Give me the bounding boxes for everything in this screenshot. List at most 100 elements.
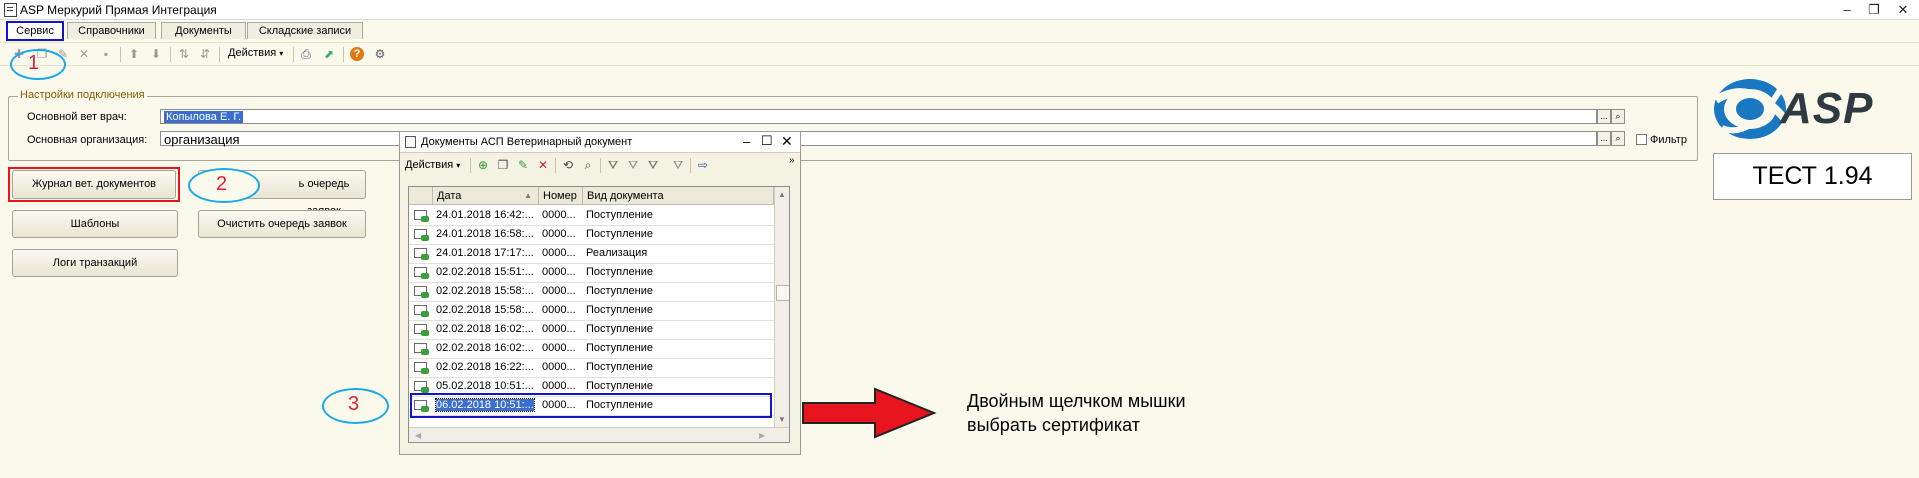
transaction-logs-button[interactable]: Логи транзакций	[12, 249, 178, 277]
vet-doctor-field[interactable]: Копылова Е. Г.	[160, 109, 1597, 124]
add-icon[interactable]: ⊕	[476, 158, 490, 172]
cell-number: 0000...	[542, 323, 576, 335]
search-icon[interactable]: ⌕	[1611, 131, 1625, 146]
settings-legend: Настройки подключения	[18, 89, 147, 101]
document-posted-icon	[414, 305, 429, 317]
sort-asc-icon[interactable]: ⇅	[177, 47, 191, 61]
filter-value-icon[interactable]: ⛛	[626, 158, 640, 172]
organization-select-button[interactable]: ...	[1597, 131, 1611, 146]
delete-icon[interactable]: ✕	[536, 158, 550, 172]
cell-date: 02.02.2018 15:58:...	[436, 304, 534, 316]
document-posted-icon	[414, 229, 429, 241]
save-icon[interactable]: ▪	[99, 47, 113, 61]
cell-type: Поступление	[586, 266, 654, 278]
find-icon[interactable]: ⌕	[581, 158, 595, 172]
window-title: ASP Меркурий Прямая Интеграция	[20, 3, 217, 17]
delete-icon[interactable]: ✕	[77, 47, 91, 61]
vet-doctor-select-button[interactable]: ...	[1597, 109, 1611, 124]
table-row[interactable]: 02.02.2018 15:58:... 0000... Поступление	[409, 301, 774, 321]
edit-icon[interactable]: ✎	[516, 158, 530, 172]
table-row[interactable]: 24.01.2018 17:17:... 0000... Реализация	[409, 244, 774, 264]
goto-icon[interactable]: ⇨	[696, 158, 710, 172]
close-button[interactable]: ✕	[1890, 1, 1916, 18]
export-icon[interactable]: ⬈	[322, 47, 336, 61]
search-icon[interactable]: ⌕	[1611, 109, 1625, 124]
scroll-up-icon[interactable]: ▲	[778, 190, 786, 199]
table-row[interactable]: 02.02.2018 16:02:... 0000... Поступление	[409, 320, 774, 340]
cell-type: Поступление	[586, 342, 654, 354]
cell-number: 0000...	[542, 228, 576, 240]
annotation-arrow-icon	[802, 387, 937, 439]
table-row[interactable]: 24.01.2018 16:42:... 0000... Поступление	[409, 206, 774, 226]
table-row[interactable]: 24.01.2018 16:58:... 0000... Поступление	[409, 225, 774, 245]
cell-date: 24.01.2018 16:58:...	[436, 228, 534, 240]
actions-menu[interactable]: Действия ▾	[228, 47, 283, 59]
date-header-label: Дата	[437, 190, 462, 202]
sort-up-icon: ▲	[524, 191, 532, 200]
doc-close-button[interactable]: ✕	[781, 133, 793, 150]
doc-actions-label: Действия	[405, 159, 454, 171]
table-row[interactable]: 02.02.2018 16:02:... 0000... Поступление	[409, 339, 774, 359]
tab-service[interactable]: Сервис	[6, 21, 64, 41]
cell-date: 02.02.2018 16:02:...	[436, 342, 534, 354]
documents-window: Документы АСП Ветеринарный документ – ☐ …	[399, 131, 801, 455]
doc-actions-menu[interactable]: Действия ▾	[405, 159, 460, 171]
minimize-button[interactable]: –	[1834, 1, 1860, 18]
vertical-scrollbar[interactable]: ▲ ▼	[774, 187, 789, 427]
documents-window-title: Документы АСП Ветеринарный документ	[421, 136, 633, 148]
version-label: ТЕСТ 1.94	[1713, 153, 1912, 200]
cell-type: Поступление	[586, 209, 654, 221]
vet-doctor-value: Копылова Е. Г.	[164, 111, 244, 123]
filter-settings-icon[interactable]: ⛛	[646, 158, 660, 172]
scrollbar-thumb[interactable]	[776, 285, 789, 301]
cell-date: 02.02.2018 15:58:...	[436, 285, 534, 297]
table-row[interactable]: 02.02.2018 15:58:... 0000... Поступление	[409, 282, 774, 302]
document-icon	[405, 136, 416, 148]
table-row[interactable]: 02.02.2018 16:22:... 0000... Поступление	[409, 358, 774, 378]
cell-date: 02.02.2018 16:22:...	[436, 361, 534, 373]
filter-icon[interactable]: ⛛	[606, 158, 620, 172]
down-arrow-icon[interactable]: ⬇	[149, 47, 163, 61]
tab-references[interactable]: Справочники	[67, 22, 156, 39]
settings-icon[interactable]: ⚙	[373, 47, 387, 61]
app-icon	[4, 3, 17, 17]
organization-field[interactable]: организация	[160, 131, 1597, 147]
document-posted-icon	[414, 267, 429, 279]
cell-date: 24.01.2018 17:17:...	[436, 247, 534, 259]
restore-button[interactable]: ❐	[1861, 1, 1887, 18]
chevron-down-icon: ▾	[456, 161, 461, 170]
column-header-type[interactable]: Вид документа	[583, 187, 774, 205]
refresh-icon[interactable]: ⟲	[561, 158, 575, 172]
cell-number: 0000...	[542, 247, 576, 259]
copy-icon[interactable]: ❐	[496, 158, 510, 172]
cell-type: Поступление	[586, 323, 654, 335]
selected-row-highlight-box	[410, 393, 772, 418]
up-arrow-icon[interactable]: ⬆	[127, 47, 141, 61]
connection-settings-group	[8, 96, 1698, 161]
cell-date: 02.02.2018 16:02:...	[436, 323, 534, 335]
filter-label: Фильтр	[1650, 134, 1687, 146]
table-row[interactable]: 02.02.2018 15:51:... 0000... Поступление	[409, 263, 774, 283]
tab-documents[interactable]: Документы	[161, 22, 246, 39]
clear-filter-icon[interactable]: ⛛	[671, 158, 685, 172]
doc-maximize-button[interactable]: ☐	[761, 133, 773, 149]
help-icon[interactable]: ?	[350, 47, 364, 61]
doc-minimize-button[interactable]: –	[743, 134, 750, 149]
horizontal-scrollbar[interactable]: ◀ ▶	[409, 427, 789, 442]
scroll-left-icon[interactable]: ◀	[415, 431, 421, 440]
icon-column-header	[409, 187, 433, 205]
filter-checkbox[interactable]	[1636, 134, 1647, 145]
cell-number: 0000...	[542, 285, 576, 297]
print-icon[interactable]: ⎙	[299, 47, 313, 61]
clear-queue-button[interactable]: Очистить очередь заявок	[198, 210, 366, 238]
scroll-right-icon[interactable]: ▶	[759, 431, 765, 440]
column-header-number[interactable]: Номер	[539, 187, 583, 205]
templates-button[interactable]: Шаблоны	[12, 210, 178, 238]
tab-warehouse-records[interactable]: Складские записи	[247, 22, 363, 39]
sort-desc-icon[interactable]: ⇵	[198, 47, 212, 61]
scroll-down-icon[interactable]: ▼	[778, 415, 786, 424]
document-posted-icon	[414, 248, 429, 260]
more-icon[interactable]: »	[789, 155, 795, 166]
column-header-date[interactable]: Дата ▲	[433, 187, 539, 205]
documents-window-title-bar: Документы АСП Ветеринарный документ – ☐ …	[400, 132, 800, 153]
